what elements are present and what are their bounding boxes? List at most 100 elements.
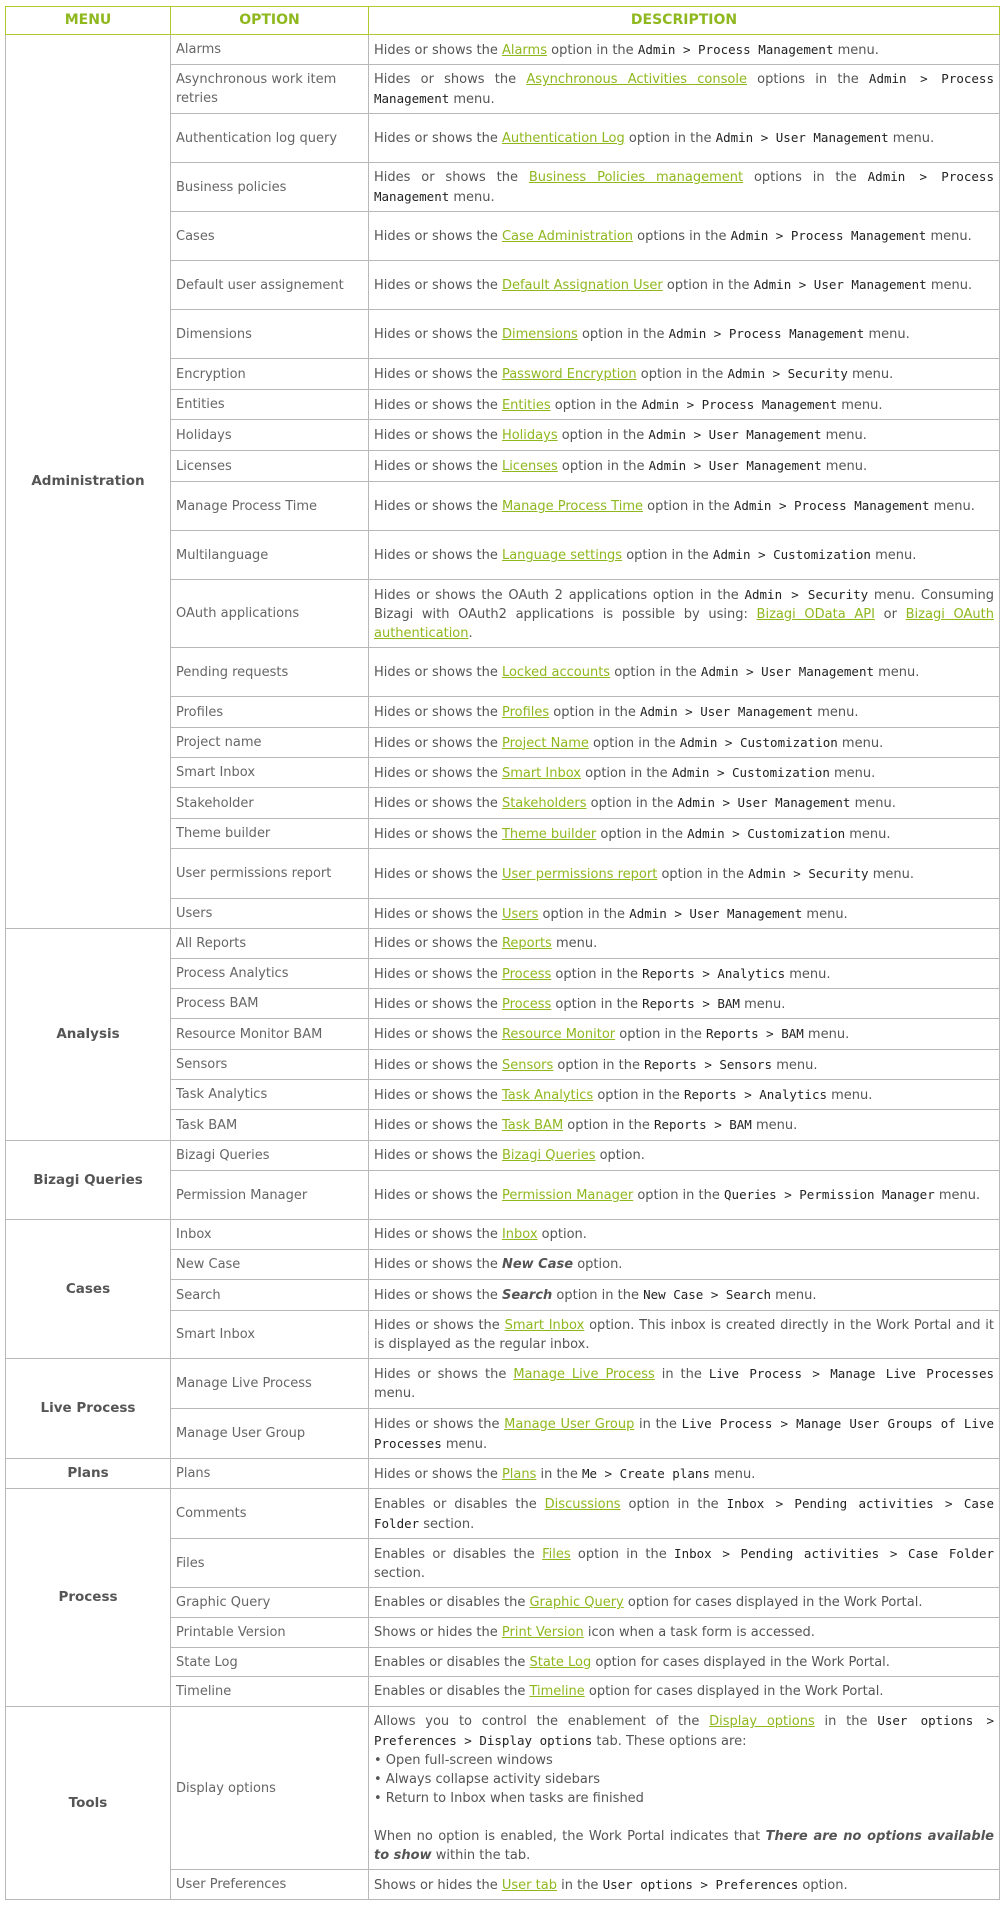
option-cell: Entities [170,389,369,420]
description-link[interactable]: Stakeholders [502,796,587,811]
option-cell: Dimensions [170,309,369,359]
description-link[interactable]: Licenses [502,459,558,474]
description-link[interactable]: Inbox [502,1227,538,1242]
description-link[interactable]: Permission Manager [502,1188,633,1203]
menu-path: Admin > Customization [679,734,838,750]
description-link[interactable]: Locked accounts [502,665,610,680]
description-text: in the [634,1416,682,1432]
description-text: menu. [827,1087,873,1103]
description-link[interactable]: Display options [709,1714,815,1729]
description-cell: Hides or shows the Plans in the Me > Cre… [368,1458,1000,1489]
description-link[interactable]: Entities [502,398,551,413]
description-link[interactable]: Timeline [529,1684,584,1699]
description-link[interactable]: Reports [502,936,552,951]
option-cell: Printable Version [170,1617,369,1648]
option-cell: Cases [170,211,369,261]
menu-path: Admin > User Management [715,130,889,145]
description-cell: Hides or shows the Smart Inbox option. T… [368,1310,1000,1359]
description-cell: Hides or shows the Password Encryption o… [368,358,1000,390]
description-link[interactable]: Business Policies management [529,170,743,185]
description-link[interactable]: Manage Live Process [513,1367,654,1382]
description-link[interactable]: Theme builder [502,827,596,842]
description-cell: Hides or shows the Reports menu. [368,928,1000,959]
description-text: Hides or shows the [374,1188,502,1203]
table-row: Analysis All Reports Hides or shows the … [5,928,1000,1141]
description-link[interactable]: Manage Process Time [502,499,643,514]
description-text: Hides or shows the [374,936,502,951]
description-text: Hides or shows the [374,796,502,811]
description-link[interactable]: Task BAM [502,1118,563,1133]
description-link[interactable]: Password Encryption [502,367,637,382]
description-link[interactable]: Authentication Log [502,131,625,146]
description-link[interactable]: Manage User Group [504,1417,634,1432]
description-cell: Hides or shows the Inbox option. [368,1219,1000,1250]
option-column-header: OPTION [170,6,369,35]
option-cell: State Log [170,1647,369,1677]
description-link[interactable]: Language settings [502,548,622,563]
description-text: menu. [449,190,495,205]
description-text: option in the [580,765,672,781]
description-text: Hides or shows the [374,278,502,293]
description-link[interactable]: Asynchronous Activities console [526,72,747,87]
option-cell: Smart Inbox [170,757,369,788]
description-link[interactable]: Profiles [502,705,549,720]
description-link[interactable]: Smart Inbox [502,766,581,781]
description-link[interactable]: Print Version [502,1625,584,1640]
description-link[interactable]: Process [502,997,551,1012]
description-link[interactable]: Process [502,967,551,982]
menu-path: Admin > User Management [700,664,875,679]
description-link[interactable]: Alarms [502,43,547,58]
description-link[interactable]: Bizagi Queries [502,1148,596,1163]
option-cell: Stakeholder [170,787,369,819]
description-link[interactable]: User tab [502,1878,557,1893]
description-link[interactable]: User permissions report [502,867,657,882]
menu-path: Admin > User Management [753,277,927,292]
description-link[interactable]: Project Name [502,736,589,751]
table-row: Process Comments Enables or disables the… [5,1488,1000,1707]
description-link[interactable]: Discussions [545,1497,621,1512]
description-text: menu. [837,735,884,751]
menu-path: Queries > Permission Manager [724,1187,935,1202]
description-link[interactable]: Resource Monitor [502,1027,615,1042]
option-cell: Task BAM [170,1109,369,1141]
bullet-item: • Return to Inbox when tasks are finishe… [374,1791,644,1806]
description-text: menu. [813,705,859,720]
description-cell: Hides or shows the New Case option. [368,1249,1000,1280]
emphasized-text: Search [501,1288,553,1303]
menu-path: Reports > Sensors [644,1056,773,1072]
description-link[interactable]: Files [542,1547,571,1562]
description-link[interactable]: Holidays [502,428,558,443]
description-column-header: DESCRIPTION [368,6,1000,35]
description-link[interactable]: Case Administration [502,229,633,244]
description-link[interactable]: Plans [502,1467,536,1482]
description-link[interactable]: Graphic Query [529,1595,623,1610]
option-cell: Asynchronous work item retries [170,64,369,114]
description-text: option in the [538,906,630,922]
description-cell: Hides or shows the Language settings opt… [368,530,1000,580]
description-text: . [468,625,473,641]
description-text: Hides or shows the [374,866,502,882]
description-text: menu. [847,367,894,382]
description-text: menu. [772,1057,818,1073]
description-cell: Allows you to control the enablement of … [368,1706,1000,1870]
description-text: Hides or shows the OAuth 2 applications … [374,587,745,603]
description-link[interactable]: Users [502,907,538,922]
description-link[interactable]: Dimensions [502,327,578,342]
description-text: option in the [553,1057,645,1073]
description-link[interactable]: Sensors [502,1058,553,1073]
description-text: option. [798,1877,848,1893]
menu-path: Reports > BAM [642,995,740,1011]
description-cell: Hides or shows the Holidays option in th… [368,419,1000,451]
description-text: option for cases displayed in the Work P… [591,1654,890,1670]
description-link[interactable]: Task Analytics [502,1088,593,1103]
option-cell: Search [170,1279,369,1311]
odata-api-link[interactable]: Bizagi OData API [757,607,875,622]
option-cell: Permission Manager [170,1170,369,1220]
description-cell: Hides or shows the Dimensions option in … [368,309,1000,359]
description-text: Hides or shows the [374,367,502,382]
option-cell: Multilanguage [170,530,369,580]
description-cell: Hides or shows the Default Assignation U… [368,260,1000,310]
description-link[interactable]: Default Assignation User [502,278,663,293]
description-link[interactable]: State Log [529,1655,591,1670]
description-link[interactable]: Smart Inbox [505,1318,585,1333]
